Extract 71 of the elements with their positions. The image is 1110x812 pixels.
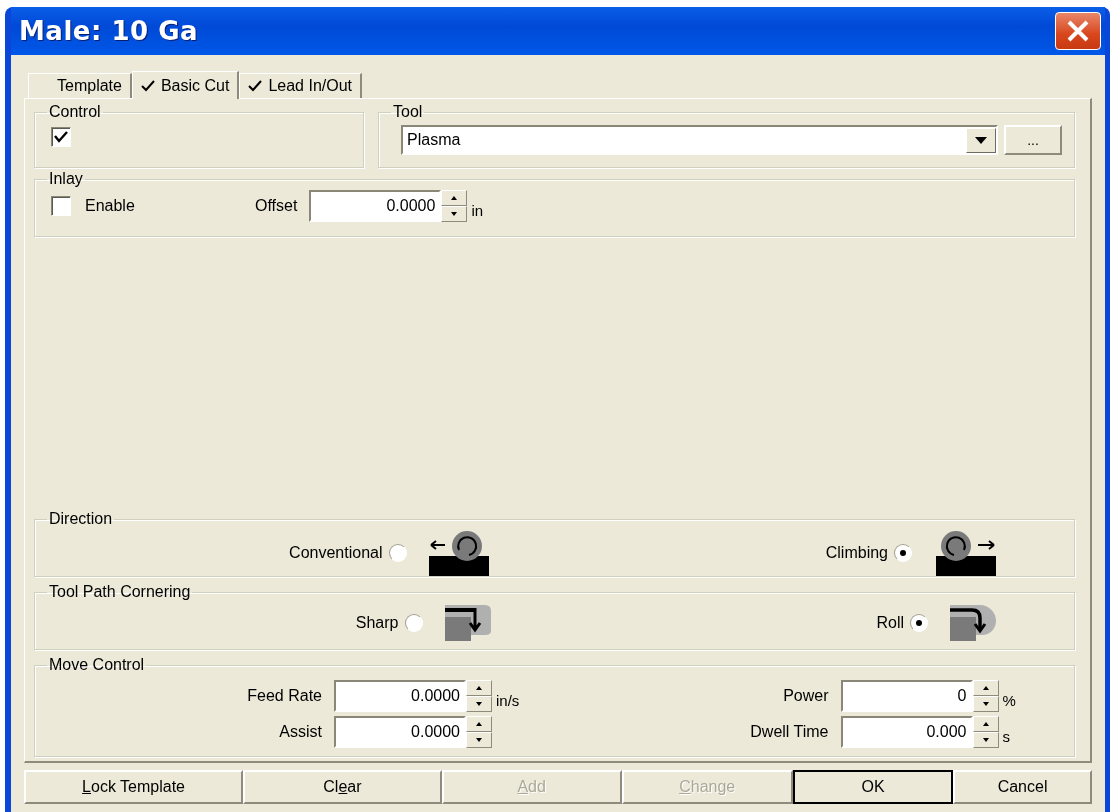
dialog-button[interactable]: Lock Template	[24, 770, 244, 804]
option-label: Climbing	[825, 544, 888, 562]
radio-button[interactable]	[388, 544, 407, 562]
down-arrow-icon	[476, 738, 482, 742]
up-arrow-icon	[476, 686, 482, 690]
field-label: Offset	[255, 197, 298, 215]
checkbox[interactable]	[51, 127, 71, 147]
group-title: Tool Path Cornering	[48, 583, 192, 601]
spin-up-button[interactable]	[466, 680, 492, 696]
tab[interactable]: Basic Cut	[131, 71, 240, 99]
radio-button[interactable]	[404, 614, 423, 632]
spin-down-button[interactable]	[972, 696, 999, 712]
radio-button[interactable]	[894, 544, 912, 562]
group-title: Move Control	[48, 656, 146, 674]
checkbox-label: Enable	[85, 197, 136, 215]
group-title: Tool	[392, 103, 424, 121]
option-label: Sharp	[355, 614, 399, 632]
dialog-button[interactable]: OK	[792, 770, 954, 804]
number-field[interactable]: 0.0000	[334, 680, 466, 712]
check-icon	[140, 79, 155, 92]
unit-label: in	[471, 201, 484, 219]
number-field[interactable]: 0.0000	[334, 716, 466, 748]
up-arrow-icon	[982, 686, 989, 690]
group-title: Control	[48, 103, 102, 121]
up-arrow-icon	[982, 722, 989, 726]
down-arrow-icon	[451, 212, 458, 216]
dropdown-button[interactable]	[966, 127, 996, 153]
unit-label: %	[1002, 691, 1016, 709]
field-label: Feed Rate	[246, 687, 323, 705]
number-field[interactable]: 0.0000	[309, 190, 442, 222]
group-title: Inlay	[48, 170, 84, 188]
option-label: Roll	[876, 614, 904, 632]
tool-dropdown[interactable]: Plasma	[401, 125, 998, 155]
down-arrow-icon	[982, 738, 989, 742]
number-field[interactable]: 0	[840, 680, 973, 712]
spin-up-button[interactable]	[972, 680, 999, 696]
close-icon	[1066, 19, 1090, 43]
field-label: Power	[782, 687, 830, 705]
sharp-corner-icon	[444, 605, 491, 641]
caret-icon	[975, 136, 987, 144]
check-icon	[248, 80, 263, 92]
up-arrow-icon	[451, 196, 458, 200]
field-label: Dwell Time	[749, 723, 830, 741]
number-field[interactable]: 0.000	[840, 716, 973, 748]
browse-button[interactable]: ...	[1004, 125, 1062, 155]
spin-down-button[interactable]	[466, 732, 492, 748]
unit-label: in/s	[496, 691, 520, 709]
spin-up-button[interactable]	[466, 716, 492, 732]
tab[interactable]: Template	[28, 73, 132, 98]
up-arrow-icon	[476, 722, 482, 726]
down-arrow-icon	[476, 702, 482, 706]
checkbox[interactable]	[51, 196, 71, 216]
spin-down-button[interactable]	[466, 696, 492, 712]
close-button[interactable]	[1055, 12, 1101, 50]
spin-down-button[interactable]	[441, 206, 468, 222]
rounded-corner-icon	[950, 605, 996, 641]
dialog-button[interactable]: Clear	[243, 770, 442, 804]
conventional-milling-icon	[428, 530, 491, 576]
option-label: Conventional	[289, 544, 383, 562]
tab[interactable]: Lead In/Out	[239, 73, 362, 98]
unit-label: s	[1002, 727, 1010, 745]
window-title: Male: 10 Ga	[19, 16, 199, 46]
radio-button[interactable]	[910, 614, 928, 632]
field-label: Assist	[278, 723, 323, 741]
spin-up-button[interactable]	[972, 716, 999, 732]
climb-milling-icon	[934, 530, 996, 576]
down-arrow-icon	[982, 702, 989, 706]
dialog-button[interactable]: Cancel	[953, 770, 1092, 804]
group-title: Direction	[48, 510, 114, 528]
spin-up-button[interactable]	[441, 190, 468, 206]
spin-down-button[interactable]	[972, 732, 999, 748]
